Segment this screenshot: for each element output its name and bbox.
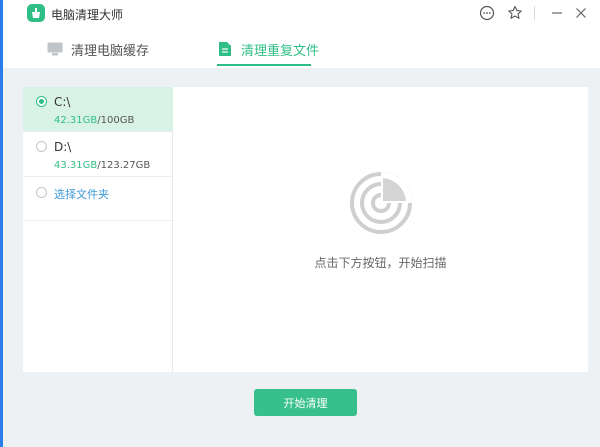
- start-clean-button[interactable]: 开始清理: [254, 389, 357, 416]
- app-window: 电脑清理大师 清理电脑缓存 清理重复文件 C:\ 42.31GB/100GB D…: [0, 0, 600, 447]
- monitor-icon: [47, 42, 63, 56]
- star-icon[interactable]: [506, 4, 524, 22]
- tab-clean-duplicates[interactable]: 清理重复文件: [217, 40, 319, 66]
- drive-used: 43.31GB: [54, 160, 98, 171]
- drive-name: D:\: [54, 140, 72, 154]
- titlebar-separator: [534, 6, 535, 20]
- more-icon[interactable]: [478, 4, 496, 22]
- radio-checked-icon[interactable]: [36, 96, 47, 107]
- window-header: 电脑清理大师 清理电脑缓存 清理重复文件: [3, 0, 600, 68]
- tab-clean-cache[interactable]: 清理电脑缓存: [47, 40, 149, 66]
- tab-label: 清理电脑缓存: [71, 44, 150, 59]
- drive-name: C:\: [54, 95, 71, 109]
- folder-picker-label[interactable]: 选择文件夹: [54, 186, 109, 202]
- active-tab-indicator: [217, 64, 311, 66]
- drive-item-d[interactable]: D:\ 43.31GB/123.27GB: [23, 132, 173, 177]
- drive-usage: 43.31GB/123.27GB: [54, 160, 150, 171]
- empty-state-message: 点击下方按钮，开始扫描: [314, 256, 447, 270]
- main-panel: C:\ 42.31GB/100GB D:\ 43.31GB/123.27GB 选…: [23, 87, 588, 372]
- tab-label: 清理重复文件: [241, 44, 320, 59]
- app-title: 电脑清理大师: [51, 8, 124, 22]
- drive-total: 123.27GB: [100, 160, 151, 171]
- app-logo-icon: [27, 4, 45, 22]
- radar-scan-icon: [350, 172, 412, 238]
- document-icon: [217, 42, 233, 56]
- minimize-icon[interactable]: [548, 4, 566, 22]
- drive-used: 42.31GB: [54, 115, 98, 126]
- drive-list: C:\ 42.31GB/100GB D:\ 43.31GB/123.27GB 选…: [23, 87, 173, 372]
- drive-usage: 42.31GB/100GB: [54, 115, 134, 126]
- drive-total: 100GB: [100, 115, 135, 126]
- radio-unchecked-icon[interactable]: [36, 187, 47, 198]
- close-icon[interactable]: [572, 4, 590, 22]
- folder-picker-item[interactable]: 选择文件夹: [23, 177, 173, 221]
- drive-item-c[interactable]: C:\ 42.31GB/100GB: [23, 87, 173, 132]
- radio-unchecked-icon[interactable]: [36, 141, 47, 152]
